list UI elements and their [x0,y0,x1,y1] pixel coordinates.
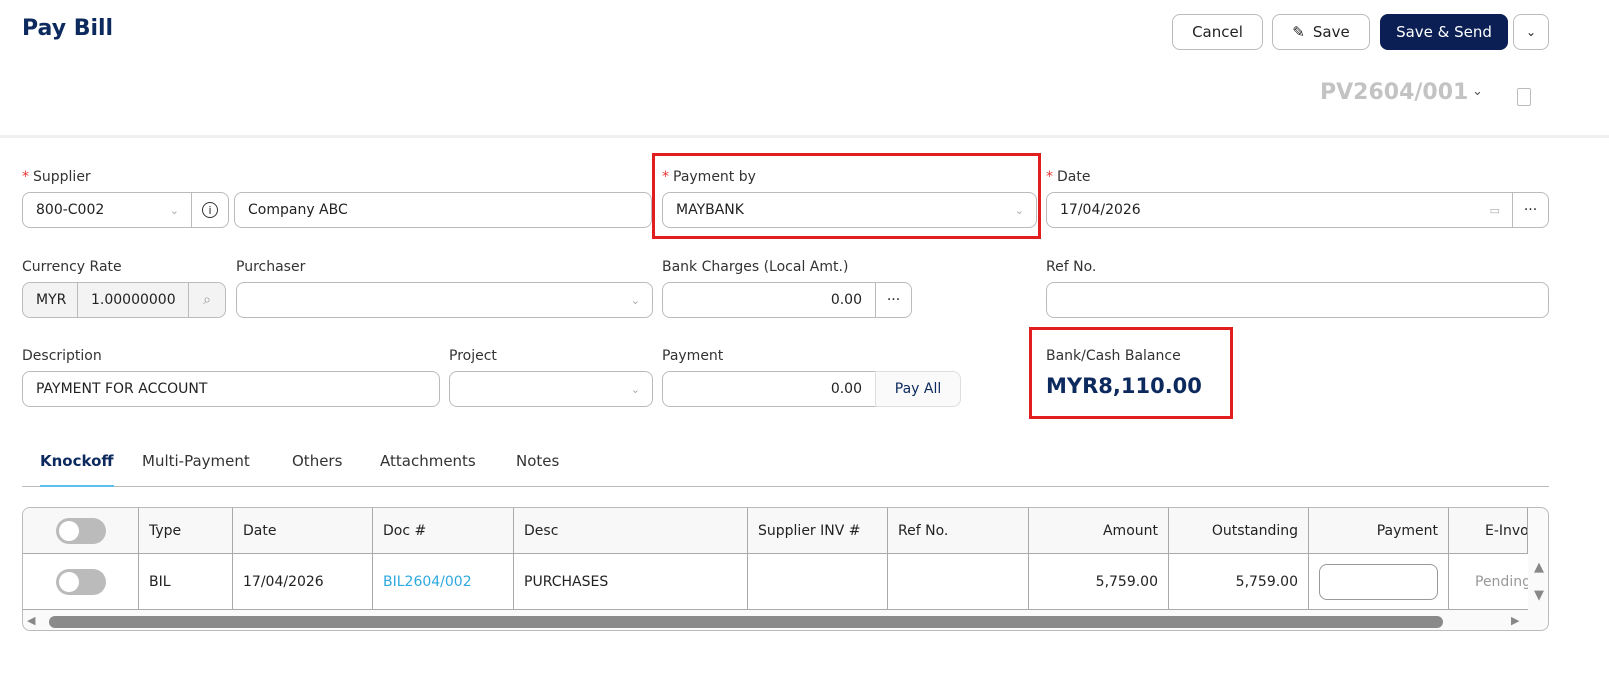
column-header-doc: Doc # [373,508,514,554]
currency-rate-input[interactable]: 1.00000000 [77,282,189,318]
save-button[interactable]: ✎ Save [1272,14,1370,50]
page-title: Pay Bill [22,16,114,41]
supplier-code-select[interactable]: 800-C002 ⌄ [22,192,192,228]
scroll-left-arrow-icon[interactable]: ◀ [27,614,35,627]
ref-no-label: Ref No. [1046,259,1097,275]
tab-notes[interactable]: Notes [516,452,559,470]
tab-multi-payment[interactable]: Multi-Payment [142,452,250,470]
column-header-ref-no: Ref No. [888,508,1029,554]
document-preview-icon[interactable] [1517,88,1531,106]
document-number: PV2604/001 [1320,80,1469,105]
bank-charges-label: Bank Charges (Local Amt.) [662,259,849,275]
row-payment-input[interactable] [1319,563,1438,600]
date-more-button[interactable]: ··· [1512,192,1549,228]
search-icon[interactable]: ⌕ [188,282,226,318]
more-actions-chevron-icon[interactable]: ⌄ [1513,14,1549,50]
scroll-right-arrow-icon[interactable]: ▶ [1511,614,1519,627]
description-label: Description [22,348,102,364]
supplier-name-input[interactable]: Company ABC [234,192,652,228]
chevron-down-icon: ⌄ [630,382,640,396]
column-header-e-invoice: E-Invoice [1449,508,1528,554]
save-send-button[interactable]: Save & Send [1380,14,1508,50]
cell-desc: PURCHASES [514,554,748,610]
balance-label: Bank/Cash Balance [1046,348,1181,364]
column-header-outstanding: Outstanding [1169,508,1309,554]
balance-highlight [1029,327,1233,419]
cell-amount: 5,759.00 [1029,554,1169,610]
purchaser-select[interactable]: ⌄ [236,282,653,318]
column-header-amount: Amount [1029,508,1169,554]
currency-rate-label: Currency Rate [22,259,122,275]
payment-by-select[interactable]: MAYBANK ⌄ [662,192,1037,228]
chevron-down-icon: ⌄ [1014,203,1024,217]
tab-bar: Knockoff Multi-Payment Others Attachment… [22,440,1549,487]
balance-value: MYR8,110.00 [1046,374,1202,398]
pencil-icon: ✎ [1292,23,1305,41]
horizontal-scrollbar-thumb[interactable] [49,616,1443,628]
tab-attachments[interactable]: Attachments [380,452,476,470]
doc-number-chevron-icon[interactable]: ⌄ [1472,84,1483,99]
cancel-button[interactable]: Cancel [1172,14,1263,50]
project-label: Project [449,348,497,364]
cell-doc-link[interactable]: BIL2604/002 [373,554,514,610]
row-select-toggle[interactable] [23,554,139,610]
column-header-supplier-inv: Supplier INV # [748,508,888,554]
payment-by-label: * Payment by [662,169,756,185]
cell-date: 17/04/2026 [233,554,373,610]
description-input[interactable]: PAYMENT FOR ACCOUNT [22,371,440,407]
date-input[interactable]: 17/04/2026 ▭ [1046,192,1513,228]
pay-all-button[interactable]: Pay All [875,371,961,407]
column-header-date: Date [233,508,373,554]
select-all-toggle[interactable] [23,508,139,554]
save-label: Save [1312,23,1350,41]
cell-supplier-inv [748,554,888,610]
supplier-label: * Supplier [22,169,91,185]
date-label: * Date [1046,169,1091,185]
tab-others[interactable]: Others [292,452,342,470]
supplier-info-button[interactable]: i [191,192,229,228]
chevron-down-icon: ⌄ [630,293,640,307]
knockoff-table: Type Date Doc # Desc Supplier INV # Ref … [22,507,1549,631]
tab-knockoff[interactable]: Knockoff [40,452,114,487]
cell-ref-no [888,554,1029,610]
cell-e-invoice: Pending [1449,554,1528,610]
currency-code: MYR [22,282,78,318]
cell-type: BIL [139,554,233,610]
purchaser-label: Purchaser [236,259,306,275]
bank-charges-more-button[interactable]: ··· [875,282,912,318]
column-header-payment: Payment [1309,508,1449,554]
vertical-scrollbar[interactable]: ▲ ▼ [1528,554,1548,610]
ref-no-input[interactable] [1046,282,1549,318]
info-icon: i [202,202,218,218]
payment-input[interactable]: 0.00 [662,371,876,407]
cell-payment [1309,554,1449,610]
bank-charges-input[interactable]: 0.00 [662,282,876,318]
column-header-desc: Desc [514,508,748,554]
project-select[interactable]: ⌄ [449,371,653,407]
calendar-icon[interactable]: ▭ [1490,204,1500,217]
column-header-type: Type [139,508,233,554]
payment-label: Payment [662,348,724,364]
cell-outstanding: 5,759.00 [1169,554,1309,610]
chevron-down-icon: ⌄ [169,203,179,217]
header-divider [0,135,1609,138]
